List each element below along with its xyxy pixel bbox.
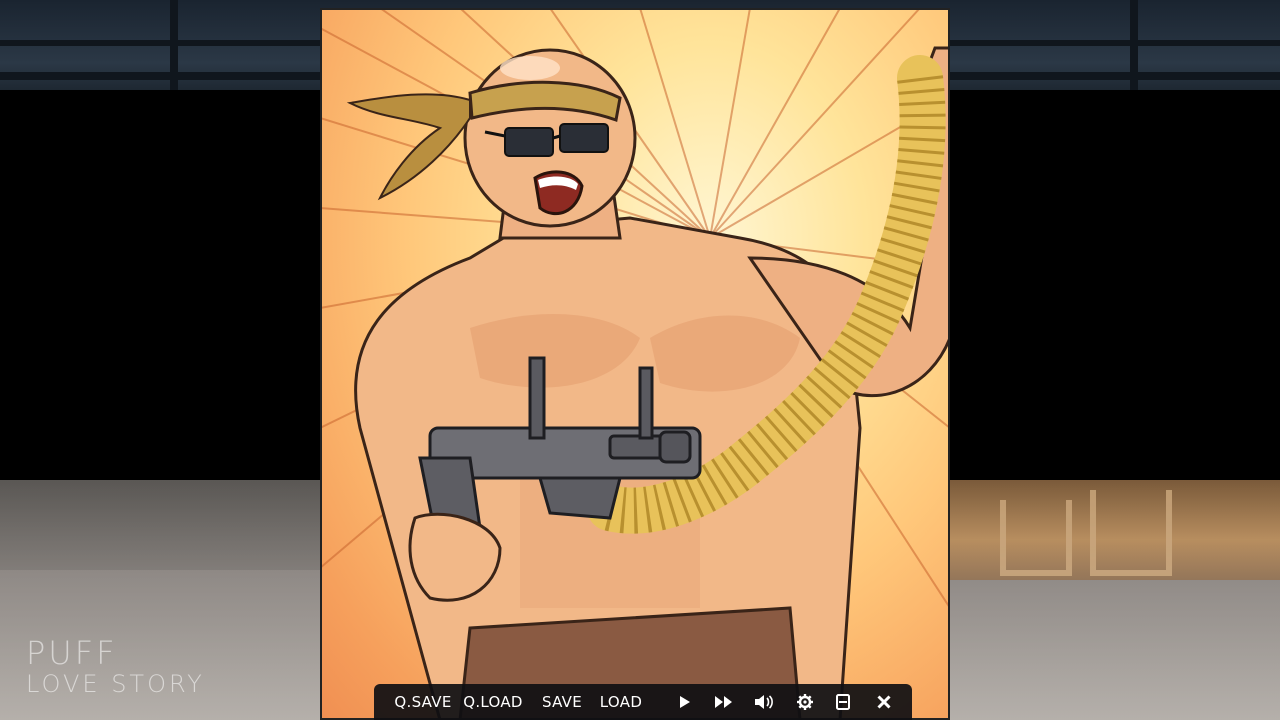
quick-menu: Q.SAVE Q.LOAD SAVE LOAD bbox=[374, 684, 912, 720]
cg-comic-panel bbox=[320, 8, 950, 720]
logo-line-1: PUFF bbox=[26, 634, 118, 672]
qsave-button[interactable]: Q.SAVE bbox=[394, 684, 452, 720]
volume-icon[interactable] bbox=[752, 684, 776, 720]
game-logo: PUFF LOVE STORY bbox=[26, 636, 205, 698]
fast-forward-icon[interactable] bbox=[712, 684, 736, 720]
game-screen: PUFF LOVE STORY Q.SAVE Q.LOAD SAVE LOAD bbox=[0, 0, 1280, 720]
close-icon[interactable] bbox=[872, 684, 896, 720]
menu-icon[interactable] bbox=[832, 684, 854, 720]
gear-icon[interactable] bbox=[794, 684, 816, 720]
load-button[interactable]: LOAD bbox=[598, 684, 644, 720]
cg-illustration bbox=[320, 8, 950, 720]
qload-button[interactable]: Q.LOAD bbox=[462, 684, 524, 720]
save-button[interactable]: SAVE bbox=[540, 684, 584, 720]
play-icon[interactable] bbox=[674, 684, 696, 720]
logo-line-2: LOVE STORY bbox=[26, 670, 205, 698]
